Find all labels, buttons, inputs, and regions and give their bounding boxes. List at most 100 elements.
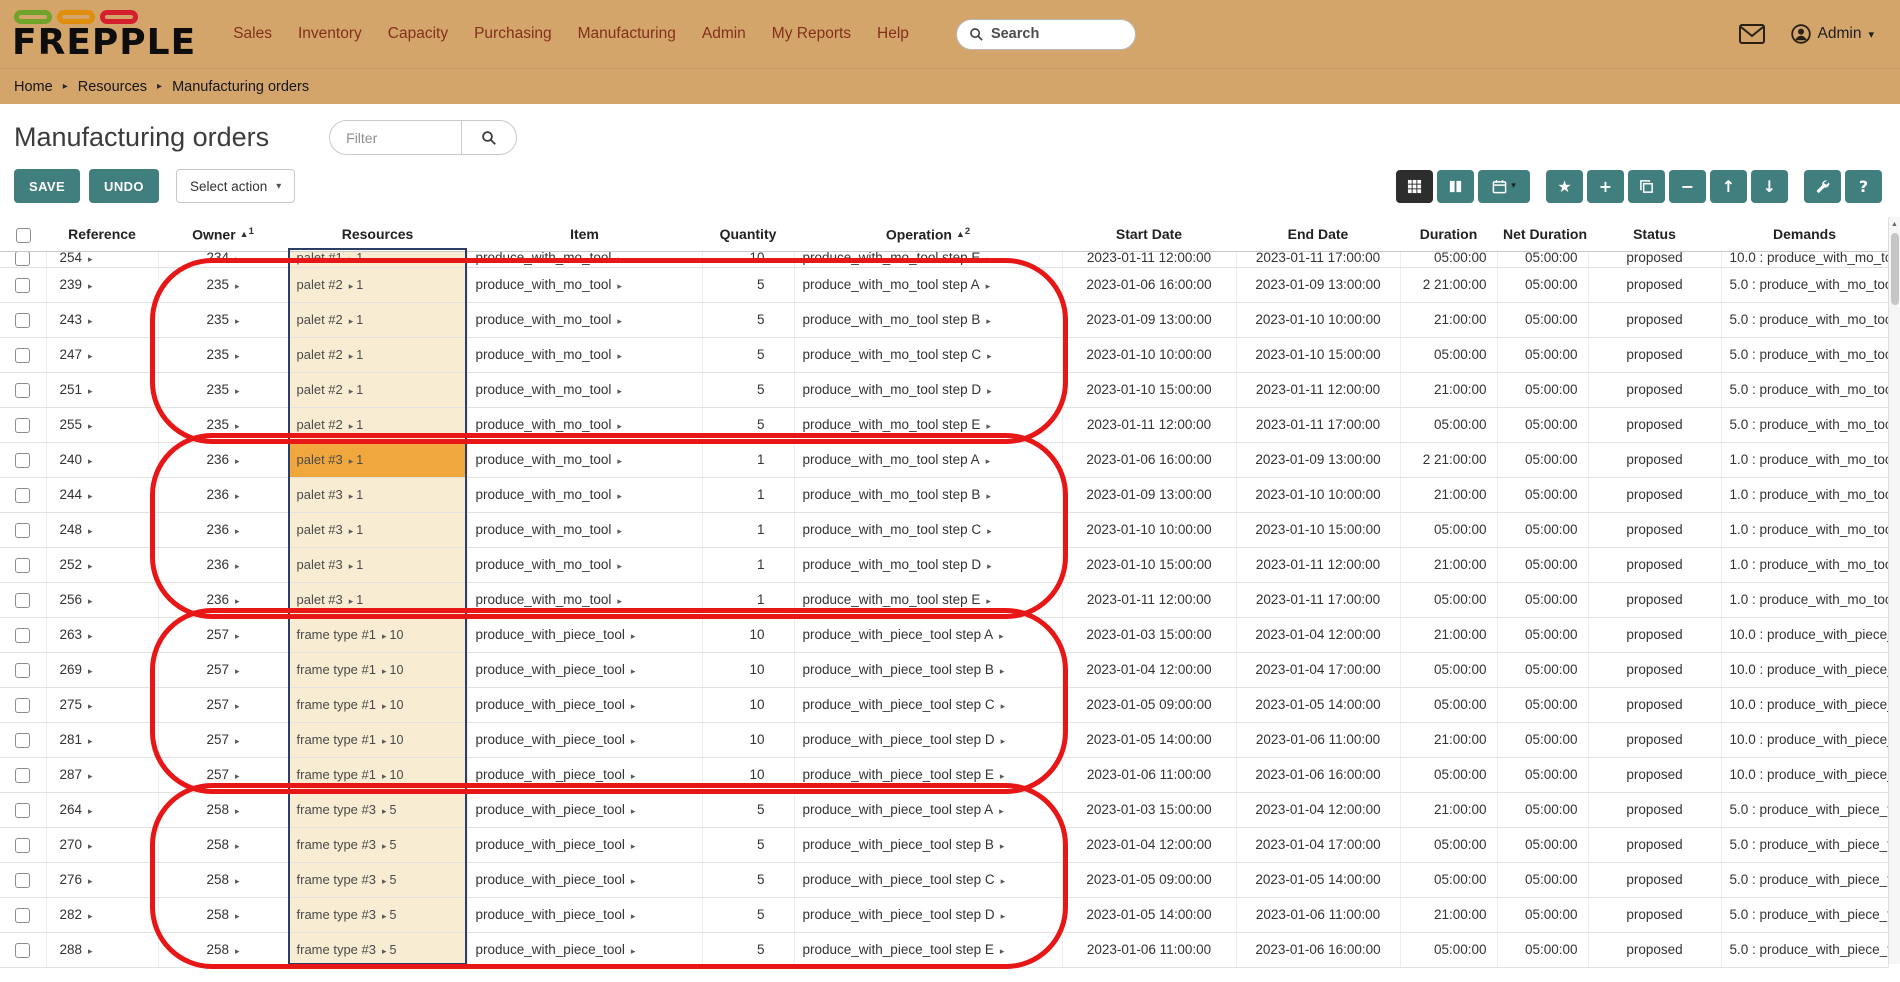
quantity-cell[interactable]: 5 <box>702 863 794 898</box>
quantity-cell[interactable]: 10 <box>702 758 794 793</box>
status-cell[interactable]: proposed <box>1588 828 1721 863</box>
demand-value[interactable]: 1.0 : produce_with_mo_tool <box>1730 557 1888 572</box>
reference-value[interactable]: 269 <box>60 662 83 677</box>
end-date-cell[interactable]: 2023-01-09 13:00:00 <box>1236 268 1400 303</box>
context-caret-icon[interactable]: ▸ <box>235 252 240 267</box>
context-caret-icon[interactable]: ▸ <box>349 421 354 431</box>
resource-name[interactable]: palet #2 <box>297 347 343 362</box>
context-caret-icon[interactable]: ▸ <box>235 491 240 501</box>
reference-value[interactable]: 243 <box>60 312 83 327</box>
download-button[interactable]: ↓ <box>1751 170 1788 203</box>
context-caret-icon[interactable]: ▸ <box>617 351 622 361</box>
row-checkbox[interactable] <box>15 558 30 573</box>
context-caret-icon[interactable]: ▸ <box>88 316 93 326</box>
table-view-button[interactable] <box>1396 170 1433 203</box>
context-caret-icon[interactable]: ▸ <box>88 701 93 711</box>
row-checkbox[interactable] <box>15 348 30 363</box>
end-date-cell[interactable]: 2023-01-10 15:00:00 <box>1236 513 1400 548</box>
operation-value[interactable]: produce_with_piece_tool step A <box>803 627 994 642</box>
demand-value[interactable]: 5.0 : produce_with_mo_tool <box>1730 347 1888 362</box>
resources-cell[interactable]: palet #2▸1 <box>288 268 467 303</box>
context-caret-icon[interactable]: ▸ <box>88 281 93 291</box>
resources-cell[interactable]: palet #2▸1 <box>288 408 467 443</box>
resources-cell[interactable]: palet #3▸1 <box>288 478 467 513</box>
end-date-cell[interactable]: 2023-01-10 15:00:00 <box>1236 338 1400 373</box>
context-caret-icon[interactable]: ▸ <box>349 596 354 606</box>
context-caret-icon[interactable]: ▸ <box>986 596 991 606</box>
status-cell[interactable]: proposed <box>1588 338 1721 373</box>
item-value[interactable]: produce_with_piece_tool <box>476 907 625 922</box>
item-value[interactable]: produce_with_mo_tool <box>476 382 612 397</box>
context-caret-icon[interactable]: ▸ <box>235 666 240 676</box>
context-caret-icon[interactable]: ▸ <box>617 316 622 326</box>
col-header-status[interactable]: Status <box>1588 217 1721 252</box>
context-caret-icon[interactable]: ▸ <box>235 456 240 466</box>
reference-value[interactable]: 264 <box>60 802 83 817</box>
owner-value[interactable]: 258 <box>206 837 229 852</box>
reference-value[interactable]: 240 <box>60 452 83 467</box>
item-value[interactable]: produce_with_piece_tool <box>476 802 625 817</box>
demand-value[interactable]: 5.0 : produce_with_piece_tool <box>1730 872 1888 887</box>
resource-name[interactable]: palet #3 <box>297 592 343 607</box>
end-date-cell[interactable]: 2023-01-04 12:00:00 <box>1236 618 1400 653</box>
row-checkbox[interactable] <box>15 488 30 503</box>
context-caret-icon[interactable]: ▸ <box>617 526 622 536</box>
context-caret-icon[interactable]: ▸ <box>88 631 93 641</box>
end-date-cell[interactable]: 2023-01-11 17:00:00 <box>1236 408 1400 443</box>
col-header-duration[interactable]: Duration <box>1400 217 1497 252</box>
save-button[interactable]: SAVE <box>14 169 80 203</box>
status-cell[interactable]: proposed <box>1588 653 1721 688</box>
reference-value[interactable]: 247 <box>60 347 83 362</box>
end-date-cell[interactable]: 2023-01-05 14:00:00 <box>1236 863 1400 898</box>
end-date-cell[interactable]: 2023-01-06 16:00:00 <box>1236 758 1400 793</box>
owner-value[interactable]: 236 <box>206 487 229 502</box>
operation-value[interactable]: produce_with_mo_tool step D <box>803 557 982 572</box>
context-caret-icon[interactable]: ▸ <box>349 351 354 361</box>
context-caret-icon[interactable]: ▸ <box>382 841 387 851</box>
menu-help[interactable]: Help <box>864 15 922 53</box>
quantity-cell[interactable]: 5 <box>702 268 794 303</box>
demand-value[interactable]: 10.0 : produce_with_piece_tool <box>1730 767 1888 782</box>
end-date-cell[interactable]: 2023-01-06 11:00:00 <box>1236 723 1400 758</box>
resources-cell[interactable]: palet #3▸1 <box>288 443 467 478</box>
row-checkbox[interactable] <box>15 418 30 433</box>
reference-value[interactable]: 248 <box>60 522 83 537</box>
quantity-cell[interactable]: 1 <box>702 583 794 618</box>
owner-value[interactable]: 257 <box>206 627 229 642</box>
operation-value[interactable]: produce_with_piece_tool step A <box>803 802 994 817</box>
context-caret-icon[interactable]: ▸ <box>88 596 93 606</box>
reference-value[interactable]: 276 <box>60 872 83 887</box>
quantity-cell[interactable]: 5 <box>702 933 794 968</box>
owner-value[interactable]: 257 <box>206 662 229 677</box>
context-caret-icon[interactable]: ▸ <box>235 526 240 536</box>
end-date-cell[interactable]: 2023-01-11 12:00:00 <box>1236 548 1400 583</box>
resource-name[interactable]: frame type #1 <box>297 662 377 677</box>
quantity-cell[interactable]: 1 <box>702 513 794 548</box>
demand-value[interactable]: 1.0 : produce_with_mo_tool <box>1730 522 1888 537</box>
context-caret-icon[interactable]: ▸ <box>987 386 992 396</box>
operation-value[interactable]: produce_with_piece_tool step C <box>803 872 995 887</box>
resources-cell[interactable]: frame type #1▸10 <box>288 758 467 793</box>
item-value[interactable]: produce_with_piece_tool <box>476 697 625 712</box>
context-caret-icon[interactable]: ▸ <box>617 456 622 466</box>
start-date-cell[interactable]: 2023-01-04 12:00:00 <box>1062 828 1236 863</box>
quantity-cell[interactable]: 5 <box>702 793 794 828</box>
resource-name[interactable]: palet #3 <box>297 452 343 467</box>
menu-sales[interactable]: Sales <box>220 15 285 53</box>
context-caret-icon[interactable]: ▸ <box>88 491 93 501</box>
operation-value[interactable]: produce_with_mo_tool step A <box>803 277 980 292</box>
context-caret-icon[interactable]: ▸ <box>88 946 93 956</box>
col-header-owner[interactable]: Owner▲1 <box>158 217 288 252</box>
menu-purchasing[interactable]: Purchasing <box>461 15 565 53</box>
start-date-cell[interactable]: 2023-01-05 14:00:00 <box>1062 898 1236 933</box>
end-date-cell[interactable]: 2023-01-10 10:00:00 <box>1236 478 1400 513</box>
context-caret-icon[interactable]: ▸ <box>88 841 93 851</box>
resource-name[interactable]: palet #3 <box>297 487 343 502</box>
context-caret-icon[interactable]: ▸ <box>999 631 1004 641</box>
start-date-cell[interactable]: 2023-01-04 12:00:00 <box>1062 653 1236 688</box>
status-cell[interactable]: proposed <box>1588 408 1721 443</box>
start-date-cell[interactable]: 2023-01-06 16:00:00 <box>1062 443 1236 478</box>
start-date-cell[interactable]: 2023-01-05 09:00:00 <box>1062 863 1236 898</box>
resources-cell[interactable]: palet #3▸1 <box>288 513 467 548</box>
context-caret-icon[interactable]: ▸ <box>382 876 387 886</box>
